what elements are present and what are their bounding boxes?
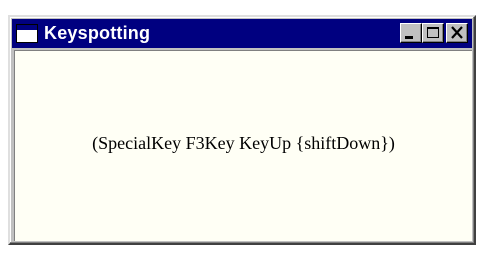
close-icon xyxy=(451,26,463,39)
maximize-icon xyxy=(427,27,439,38)
window-controls xyxy=(400,23,468,43)
client-area[interactable]: (SpecialKey F3Key KeyUp {shiftDown}) xyxy=(14,50,472,241)
close-button[interactable] xyxy=(446,23,468,43)
maximize-button[interactable] xyxy=(422,23,444,43)
window-app-icon[interactable] xyxy=(16,24,38,43)
window-title: Keyspotting xyxy=(44,23,151,43)
minimize-icon xyxy=(405,36,413,39)
minimize-button[interactable] xyxy=(400,23,422,43)
keyspotting-window[interactable]: Keyspotting (SpecialKey F3Key KeyUp {shi xyxy=(8,15,476,245)
key-event-text: (SpecialKey F3Key KeyUp {shiftDown}) xyxy=(92,133,395,153)
title-bar[interactable]: Keyspotting xyxy=(12,19,472,48)
